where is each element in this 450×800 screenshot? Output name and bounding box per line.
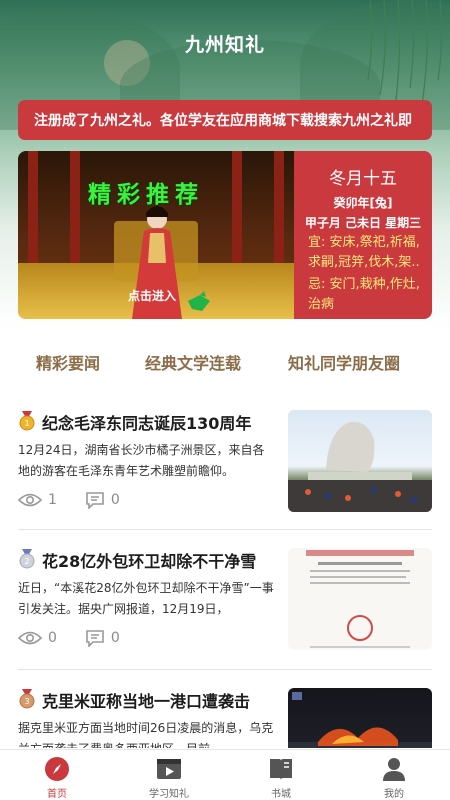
book-icon — [270, 759, 292, 780]
nav-home[interactable]: 首页 — [19, 756, 95, 800]
tab-classmates-feed[interactable]: 知礼同学朋友圈 — [288, 350, 400, 374]
view-count: 0 — [48, 630, 57, 646]
banner-label: 精彩推荐 — [88, 182, 204, 208]
news-stats: 0 0 — [18, 628, 120, 648]
nav-profile[interactable]: 我的 — [356, 756, 432, 800]
divider — [18, 529, 432, 530]
banner-image: 精彩推荐 点击进入 — [18, 151, 294, 319]
news-title[interactable]: 克里米亚称当地一港口遭袭击 — [18, 688, 278, 712]
notice-marquee[interactable]: 注册成了九州之礼。各位学友在应用商城下载搜索九州之礼即 — [18, 100, 432, 140]
news-title[interactable]: 纪念毛泽东同志诞辰130周年 — [18, 410, 278, 434]
almanac-panel: 冬月十五 癸卯年[兔] 甲子月 己未日 星期三 宜: 安床,祭祀,祈福,求嗣,冠… — [294, 151, 432, 319]
silver-medal-icon: 2 — [19, 549, 35, 569]
svg-text:3: 3 — [24, 697, 29, 706]
app-title: 九州知礼 — [184, 34, 265, 56]
featured-banner[interactable]: 精彩推荐 点击进入 冬月十五 癸卯年[兔] 甲子月 己未日 星期三 宜: 安床,… — [18, 151, 432, 319]
news-item[interactable]: 花28亿外包环卫却除不干净雪 2 近日，“本溪花28亿外包环卫却除不干净雪”一事… — [0, 548, 450, 652]
lunar-year: 癸卯年[兔] — [333, 196, 393, 210]
view-count: 1 — [48, 492, 57, 508]
divider — [18, 669, 432, 670]
bottom-nav: 首页 学习知礼 书城 我的 — [0, 749, 450, 800]
comment-count: 0 — [110, 630, 120, 646]
svg-text:1: 1 — [24, 419, 29, 428]
news-summary: 近日，“本溪花28亿外包环卫却除不干净雪”一事引发关注。据央广网报道，12月19… — [18, 581, 274, 616]
inauspicious-activities: 忌: 安门,栽种,作灶,治病 — [308, 277, 420, 312]
eye-icon — [18, 493, 42, 507]
bronze-medal-icon: 3 — [19, 689, 35, 709]
auspicious-activities: 宜: 安床,祭祀,祈福,求嗣,冠笄,伐木,架.. — [308, 235, 420, 270]
news-thumbnail[interactable] — [288, 688, 432, 748]
person-icon — [383, 758, 405, 781]
statue-photo — [288, 421, 432, 512]
nav-label: 我的 — [384, 789, 404, 800]
document-photo — [306, 550, 414, 648]
eye-icon — [18, 631, 42, 645]
svg-text:2: 2 — [24, 557, 29, 566]
tab-classic-literature[interactable]: 经典文学连载 — [145, 350, 241, 374]
nav-bookstore[interactable]: 书城 — [243, 756, 319, 800]
news-thumbnail[interactable] — [288, 548, 432, 650]
category-tabs: 精彩要闻 经典文学连载 知礼同学朋友圈 — [0, 350, 450, 374]
nav-label: 学习知礼 — [149, 789, 189, 800]
nav-study[interactable]: 学习知礼 — [131, 756, 207, 800]
news-title[interactable]: 花28亿外包环卫却除不干净雪 — [18, 548, 278, 572]
tab-highlights[interactable]: 精彩要闻 — [36, 350, 100, 374]
lunar-date: 冬月十五 — [329, 169, 397, 189]
notice-text: 注册成了九州之礼。各位学友在应用商城下载搜索九州之礼即 — [34, 113, 412, 129]
compass-icon — [45, 757, 69, 781]
news-stats: 1 0 — [18, 490, 120, 510]
comment-count: 0 — [110, 492, 120, 508]
pointer-hand-icon — [188, 291, 210, 311]
nav-label: 首页 — [47, 789, 67, 800]
nav-label: 书城 — [271, 789, 291, 800]
fire-photo — [288, 692, 432, 748]
comment-icon — [86, 630, 104, 647]
news-item[interactable]: 克里米亚称当地一港口遭袭击 3 据克里米亚方面当地时间26日凌晨的消息，乌克兰方… — [0, 688, 450, 748]
video-icon — [157, 759, 181, 779]
news-summary: 12月24日，湖南省长沙市橘子洲景区，来自各地的游客在毛泽东青年艺术雕塑前瞻仰。 — [18, 443, 265, 478]
enter-label[interactable]: 点击进入 — [128, 287, 176, 304]
comment-icon — [86, 492, 104, 509]
news-summary: 据克里米亚方面当地时间26日凌晨的消息，乌克兰方面袭击了费奥多西亚地区，目前 — [18, 721, 274, 748]
news-item[interactable]: 纪念毛泽东同志诞辰130周年 1 12月24日，湖南省长沙市橘子洲景区，来自各地… — [0, 410, 450, 514]
news-thumbnail[interactable] — [288, 410, 432, 512]
gold-medal-icon: 1 — [19, 411, 35, 431]
ganzhi-date: 甲子月 己未日 星期三 — [304, 216, 422, 230]
